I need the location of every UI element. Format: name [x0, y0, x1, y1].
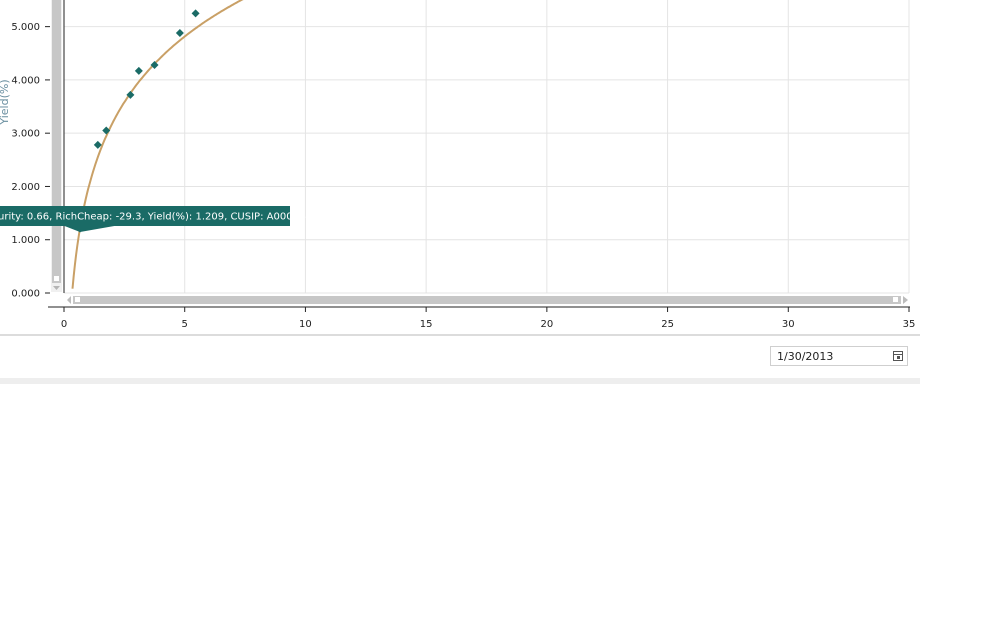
data-point[interactable] — [191, 9, 200, 18]
horizontal-scrollbar[interactable] — [67, 296, 908, 304]
x-tick-label: 30 — [782, 319, 795, 330]
y-tick-label: 1.000 — [11, 235, 40, 246]
horizontal-scrollbar-thumb[interactable] — [73, 296, 901, 304]
x-tick-label: 10 — [299, 319, 312, 330]
calendar-icon[interactable] — [893, 351, 903, 361]
vertical-scrollbar-thumb[interactable] — [52, 0, 61, 283]
data-point[interactable] — [175, 29, 184, 38]
y-axis-label: Yield(%) — [0, 79, 11, 125]
horizontal-scrollbar-grip-right[interactable] — [893, 297, 898, 302]
bottom-divider — [0, 378, 920, 384]
chart-grid — [63, 0, 910, 294]
x-tick-label: 20 — [540, 319, 553, 330]
date-input[interactable]: 1/30/2013 — [777, 350, 833, 363]
horizontal-scrollbar-grip-left[interactable] — [75, 297, 80, 302]
data-point[interactable] — [134, 66, 143, 75]
data-tooltip: urity: 0.66, RichCheap: -29.3, Yield(%):… — [0, 206, 324, 232]
vertical-scrollbar-grip[interactable] — [54, 276, 59, 281]
y-tick-label: 5.000 — [11, 22, 40, 33]
y-tick-label: 4.000 — [11, 75, 40, 86]
x-tick-label: 0 — [61, 319, 67, 330]
y-tick-label: 0.000 — [11, 289, 40, 300]
date-picker[interactable]: 1/30/2013 — [770, 346, 908, 366]
yield-chart: 0.000 1.000 2.000 3.000 4.000 5.000 0 5 10 15 20 2… — [0, 0, 920, 336]
x-axis-ticks: 0 5 10 15 20 25 30 35 — [61, 307, 916, 330]
scroll-right-arrow-icon[interactable] — [903, 296, 908, 304]
vertical-scrollbar[interactable] — [51, 0, 62, 292]
x-tick-label: 35 — [903, 319, 916, 330]
x-tick-label: 5 — [182, 319, 188, 330]
x-tick-label: 25 — [661, 319, 674, 330]
y-tick-label: 3.000 — [11, 129, 40, 140]
tooltip-text: urity: 0.66, RichCheap: -29.3, Yield(%):… — [0, 212, 324, 223]
yield-series — [71, 0, 244, 289]
y-tick-label: 2.000 — [11, 182, 40, 193]
y-axis-ticks: 0.000 1.000 2.000 3.000 4.000 5.000 — [11, 22, 50, 300]
x-tick-label: 15 — [420, 319, 433, 330]
scroll-left-arrow-icon[interactable] — [67, 296, 71, 304]
